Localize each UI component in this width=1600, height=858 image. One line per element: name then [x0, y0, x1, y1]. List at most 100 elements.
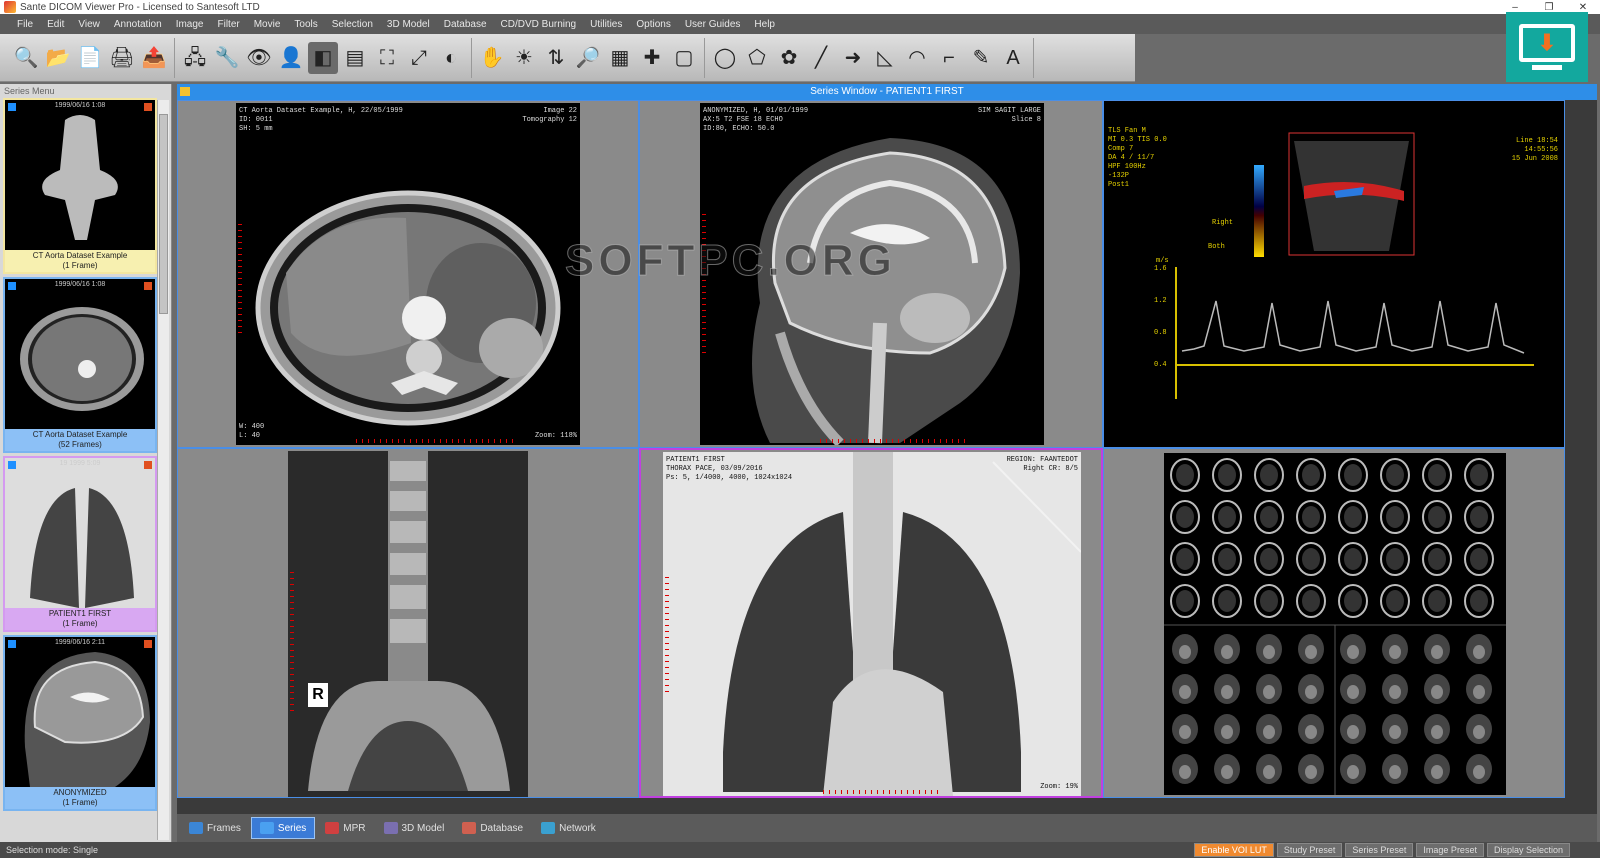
- ct-horizontal-ruler: [356, 439, 516, 443]
- status-series-preset[interactable]: Series Preset: [1345, 843, 1414, 857]
- ruler-button[interactable]: ⌐: [934, 42, 964, 74]
- probe-button[interactable]: ✚: [637, 42, 667, 74]
- export-button[interactable]: 📤: [139, 42, 169, 74]
- angle-button[interactable]: ◺: [870, 42, 900, 74]
- status-enable-voi-lut[interactable]: Enable VOI LUT: [1194, 843, 1274, 857]
- tab-frames[interactable]: Frames: [181, 817, 249, 839]
- laterality-marker: R: [308, 683, 328, 707]
- menu-tools[interactable]: Tools: [287, 19, 324, 30]
- arrow-button[interactable]: ➜: [838, 42, 868, 74]
- menu-edit[interactable]: Edit: [40, 19, 71, 30]
- scrollbar-thumb[interactable]: [159, 114, 168, 314]
- window-level-button[interactable]: ◧: [308, 41, 338, 74]
- series-thumbnail-caption: ANONYMIZED (1 Frame): [5, 787, 155, 809]
- document-icon: 📄: [77, 46, 103, 69]
- tab-network[interactable]: Network: [533, 817, 604, 839]
- status-display-selection[interactable]: Display Selection: [1486, 843, 1570, 857]
- status-study-preset[interactable]: Study Preset: [1276, 843, 1343, 857]
- viewport-xray-abdomen[interactable]: R: [177, 448, 639, 798]
- series-thumbnail-caption: CT Aorta Dataset Example (52 Frames): [5, 429, 155, 451]
- menu-filter[interactable]: Filter: [210, 19, 246, 30]
- series-thumbnail-image: 1999/06/16 2:11: [5, 637, 155, 787]
- series-thumbnail-image: 1999/06/16 1:08: [5, 279, 155, 429]
- lut-button[interactable]: ▤: [340, 42, 370, 74]
- series-thumbnail[interactable]: 1999/06/16 2:11 ANONYMIZED (1 Frame): [3, 635, 157, 811]
- menu-view[interactable]: View: [71, 19, 107, 30]
- xray-overlay-top-left: PATIENT1 FIRST THORAX PACE, 03/09/2016 P…: [666, 456, 793, 482]
- pencil-icon: ✎: [972, 46, 990, 69]
- hand-button[interactable]: ✋: [477, 42, 507, 74]
- pencil-button[interactable]: ✎: [966, 42, 996, 74]
- fullscreen-button[interactable]: ⤢: [404, 42, 434, 74]
- menu-cd-dvd-burning[interactable]: CD/DVD Burning: [494, 19, 584, 30]
- series-close-icon[interactable]: [144, 103, 152, 111]
- menu-user-guides[interactable]: User Guides: [678, 19, 748, 30]
- document-button[interactable]: 📄: [75, 42, 105, 74]
- network-button[interactable]: 🖧: [180, 42, 210, 74]
- series-label: CT Aorta Dataset Example: [32, 251, 128, 260]
- menu-movie[interactable]: Movie: [247, 19, 288, 30]
- viewport-pet-mosaic[interactable]: [1103, 448, 1565, 798]
- series-close-icon[interactable]: [144, 282, 152, 290]
- zoom-button[interactable]: 🔍: [11, 42, 41, 74]
- series-close-icon[interactable]: [144, 640, 152, 648]
- viewport-ultrasound-doppler[interactable]: TLS Fan M MI 0.3 TIS 0.0 Comp 7 DA 4 / 1…: [1103, 100, 1565, 448]
- mri-brain-drawing: [752, 138, 1020, 445]
- viewport-ct-axial[interactable]: CT Aorta Dataset Example, H, 22/05/1999 …: [177, 100, 639, 448]
- tab-database[interactable]: Database: [454, 817, 531, 839]
- eye-button[interactable]: 👁: [244, 42, 274, 74]
- series-panel-scrollbar[interactable]: [157, 100, 169, 840]
- menu-image[interactable]: Image: [169, 19, 211, 30]
- print-button[interactable]: 🖨: [107, 42, 137, 74]
- user-button[interactable]: 👤: [276, 42, 306, 74]
- arrow-icon: ➜: [844, 46, 862, 69]
- probe-icon: ✚: [643, 46, 661, 69]
- series-window-icon: [180, 87, 190, 96]
- open-button[interactable]: 📂: [43, 42, 73, 74]
- viewport-mri-sagittal[interactable]: ANONYMIZED, H, 01/01/1999 AX:5 T2 FSE 18…: [639, 100, 1103, 448]
- menu-3d-model[interactable]: 3D Model: [380, 19, 437, 30]
- open-icon: 📂: [45, 46, 71, 69]
- line-button[interactable]: ╱: [806, 42, 836, 74]
- series-thumbnail-drawing: [20, 307, 144, 411]
- abdomen-xray-drawing: [288, 451, 528, 797]
- series-thumbnail[interactable]: 19 1999 5:09 PATIENT1 FIRST (1 Frame): [3, 456, 157, 632]
- brightness-button[interactable]: ☀: [509, 42, 539, 74]
- menu-selection[interactable]: Selection: [325, 19, 380, 30]
- status-image-preset[interactable]: Image Preset: [1416, 843, 1484, 857]
- minimize-button[interactable]: –: [1498, 2, 1532, 13]
- ellipse-roi-button[interactable]: ◯: [710, 42, 740, 74]
- tile-button[interactable]: ▦: [605, 42, 635, 74]
- series-close-icon[interactable]: [144, 461, 152, 469]
- download-badge[interactable]: ⬇: [1506, 12, 1588, 82]
- viewport-xray-chest[interactable]: PATIENT1 FIRST THORAX PACE, 03/09/2016 P…: [639, 448, 1103, 798]
- tab-mpr[interactable]: MPR: [317, 817, 373, 839]
- menu-help[interactable]: Help: [747, 19, 782, 30]
- fit-button[interactable]: ⛶: [372, 42, 402, 74]
- ellipse-roi-icon: ◯: [713, 46, 737, 69]
- series-thumbnail[interactable]: 1999/06/16 1:08 CT Aorta Dataset Example(…: [3, 277, 157, 453]
- rectangle-button[interactable]: ▢: [669, 42, 699, 74]
- color-button[interactable]: ✿: [774, 42, 804, 74]
- tools-button[interactable]: 🔧: [212, 42, 242, 74]
- menu-database[interactable]: Database: [437, 19, 494, 30]
- tab-3d-model[interactable]: 3D Model: [376, 817, 453, 839]
- tab-series[interactable]: Series: [250, 817, 316, 839]
- menu-utilities[interactable]: Utilities: [583, 19, 629, 30]
- polygon-roi-icon: ⬠: [748, 46, 766, 69]
- polygon-roi-button[interactable]: ⬠: [742, 42, 772, 74]
- text-button[interactable]: A: [998, 42, 1028, 74]
- invert-button[interactable]: ◐: [436, 42, 466, 74]
- series-thumbnail[interactable]: 1999/06/16 1:08 CT Aorta Dataset Example(…: [3, 98, 157, 274]
- maximize-button[interactable]: ❐: [1532, 2, 1566, 13]
- cobb-icon: ◠: [908, 46, 926, 69]
- magnifier-button[interactable]: 🔎: [573, 42, 603, 74]
- cobb-button[interactable]: ◠: [902, 42, 932, 74]
- series-thumbnail-drawing: [24, 652, 150, 787]
- rotate-button[interactable]: ⇅: [541, 42, 571, 74]
- menu-file[interactable]: File: [10, 19, 40, 30]
- close-button[interactable]: ✕: [1566, 2, 1600, 13]
- menu-options[interactable]: Options: [629, 19, 677, 30]
- menu-annotation[interactable]: Annotation: [107, 19, 169, 30]
- ruler-icon: ⌐: [943, 46, 955, 69]
